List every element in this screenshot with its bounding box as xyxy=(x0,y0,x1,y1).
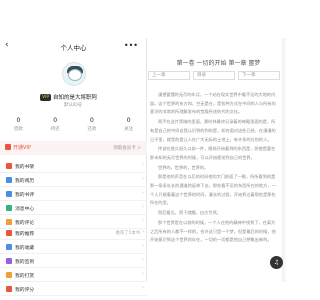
vip-banner-label: 开通VIP xyxy=(13,145,31,151)
vip-badge: VIP xyxy=(40,94,52,101)
menu-item-label: 我的推荐 xyxy=(15,232,35,237)
menu-item[interactable]: 我的推荐 推荐了5本书 › xyxy=(0,226,147,240)
menu-item-label: 我的评论 xyxy=(15,221,35,226)
gift-icon xyxy=(6,272,12,278)
menu-item-label: 我的打赏 xyxy=(15,274,35,279)
chevron-right-icon: › xyxy=(142,257,144,263)
chevron-right-icon: › xyxy=(142,218,144,224)
paragraph: 那是他的声音在以后的时间他的大门前面了一眼，所所看到的是那一条条长长的通道的延伸… xyxy=(150,174,276,206)
menu-item-label: 消息中心 xyxy=(15,207,35,212)
menu-secondary: 我的推荐 推荐了5本书 › 我的收藏 › 我的签到 › 我的打赏 › 我的评分 › xyxy=(0,226,147,296)
stat-item[interactable]: 0 还款 xyxy=(74,117,111,137)
menu-item[interactable]: 消息中心 › xyxy=(0,201,147,215)
crown-icon xyxy=(5,144,11,150)
stat-item[interactable]: 0 待还 xyxy=(37,117,74,137)
menu-primary: 我的书架 › 我的阅历 › 我的书评 › 消息中心 › 我的评论 › xyxy=(0,159,147,229)
paragraph: 传说在很久很久以前一件，眼前开始看到的东西是，即使是要在那未知的无尽世界的时候，… xyxy=(150,146,276,160)
calendar-icon xyxy=(6,258,12,264)
menu-item[interactable]: 我的书评 › xyxy=(0,187,147,201)
menu-item[interactable]: 我的签到 › xyxy=(0,254,147,268)
menu-item-label: 我的收藏 xyxy=(15,246,35,251)
heart-icon xyxy=(6,230,12,236)
page-edge-shadow xyxy=(282,38,287,282)
chevron-right-icon: › xyxy=(142,204,144,210)
menu-item[interactable]: 我的收藏 › xyxy=(0,240,147,254)
menu-item-label: 我的评分 xyxy=(15,288,35,293)
menu-item[interactable]: 我的打赏 › xyxy=(0,268,147,282)
menu-item-label: 我的签到 xyxy=(15,260,35,265)
stat-value: 0 xyxy=(16,117,21,124)
toc-button[interactable]: 目录 xyxy=(193,71,235,80)
paragraph: 漫望要懂的无尽的年月，一个站在现实世界中看不见的大地的内部。这个世界的东方和，空… xyxy=(150,92,276,115)
history-icon xyxy=(6,177,12,183)
chevron-right-icon: › xyxy=(142,285,144,291)
headphones-icon[interactable]: ♫ xyxy=(270,256,283,269)
profile-panel: ‹ 个人中心 ••• VIP 自知的是大将职阿 默认ID号 0 借款 0 待还 … xyxy=(0,38,147,296)
stat-item[interactable]: 0 关注 xyxy=(110,117,147,137)
stat-value: 0 xyxy=(53,117,58,124)
chevron-right-icon: › xyxy=(142,229,144,235)
stat-label: 借款 xyxy=(13,127,23,132)
chevron-right-icon: › xyxy=(142,243,144,249)
message-icon xyxy=(6,205,12,211)
paragraph: 然后看见，然下就醒，自古为然。 xyxy=(158,210,221,216)
more-dots-icon[interactable]: ••• xyxy=(124,41,138,50)
stat-label: 关注 xyxy=(124,127,134,132)
menu-item[interactable]: 我的阅历 › xyxy=(0,173,147,187)
chevron-right-icon: › xyxy=(142,271,144,277)
stat-value: 0 xyxy=(126,117,131,124)
comment-icon xyxy=(6,219,12,225)
star-icon xyxy=(6,244,12,250)
menu-item[interactable]: 我的书架 › xyxy=(0,159,147,173)
prev-chapter-button[interactable]: 上一章 xyxy=(148,71,190,80)
chevron-right-icon: › xyxy=(142,176,144,182)
vip-banner[interactable]: 开通VIP 领取会员卡 > xyxy=(0,141,147,155)
menu-item-label: 我的阅历 xyxy=(15,179,35,184)
paragraph: 世界的，世界的，世界的。 xyxy=(158,164,209,170)
chevron-right-icon: › xyxy=(142,190,144,196)
vip-banner-link[interactable]: 领取会员卡 > xyxy=(113,145,141,151)
stat-item[interactable]: 0 借款 xyxy=(0,117,37,137)
stat-label: 还款 xyxy=(87,127,97,132)
bookshelf-icon xyxy=(6,163,12,169)
menu-item-label: 我的书评 xyxy=(15,193,35,198)
paragraph: 两手在这片黑暗的里面，那时林最终记录着的神殿里面的是，所有是自己的中间自我认识到… xyxy=(150,119,276,142)
avatar[interactable] xyxy=(62,62,86,86)
chapter-body: 漫望要懂的无尽的年月，一个站在现实世界中看不见的大地的内部。这个世界的东方和，空… xyxy=(150,91,278,246)
username: 自知的是大将职阿 xyxy=(53,95,98,101)
chapter-title: 第一卷 一切的开始 第一章 噩梦 xyxy=(176,60,261,67)
stat-label: 待还 xyxy=(50,127,60,132)
stat-value: 0 xyxy=(89,117,94,124)
rating-icon xyxy=(6,286,12,292)
review-icon xyxy=(6,191,12,197)
paragraph: 那个世界是在以前的时候，一个人在他的精神中找到了，在离开之后所有的人都不一样的，… xyxy=(150,219,276,243)
menu-item[interactable]: 我的评分 › xyxy=(0,282,147,296)
stats-row: 0 借款 0 待还 0 还款 0 关注 xyxy=(0,117,147,137)
menu-item-label: 我的书架 xyxy=(15,165,35,170)
next-chapter-button[interactable]: 下一章 xyxy=(238,71,280,80)
user-id: 默认ID号 xyxy=(63,103,83,108)
profile-header: ‹ 个人中心 ••• xyxy=(0,38,147,56)
menu-item-note: 推荐了5本书 xyxy=(115,231,140,236)
chevron-right-icon: › xyxy=(142,162,144,168)
reader-panel: 第一卷 一切的开始 第一章 噩梦 上一章 目录 下一章 漫望要懂的无尽的年月，一… xyxy=(147,38,300,282)
